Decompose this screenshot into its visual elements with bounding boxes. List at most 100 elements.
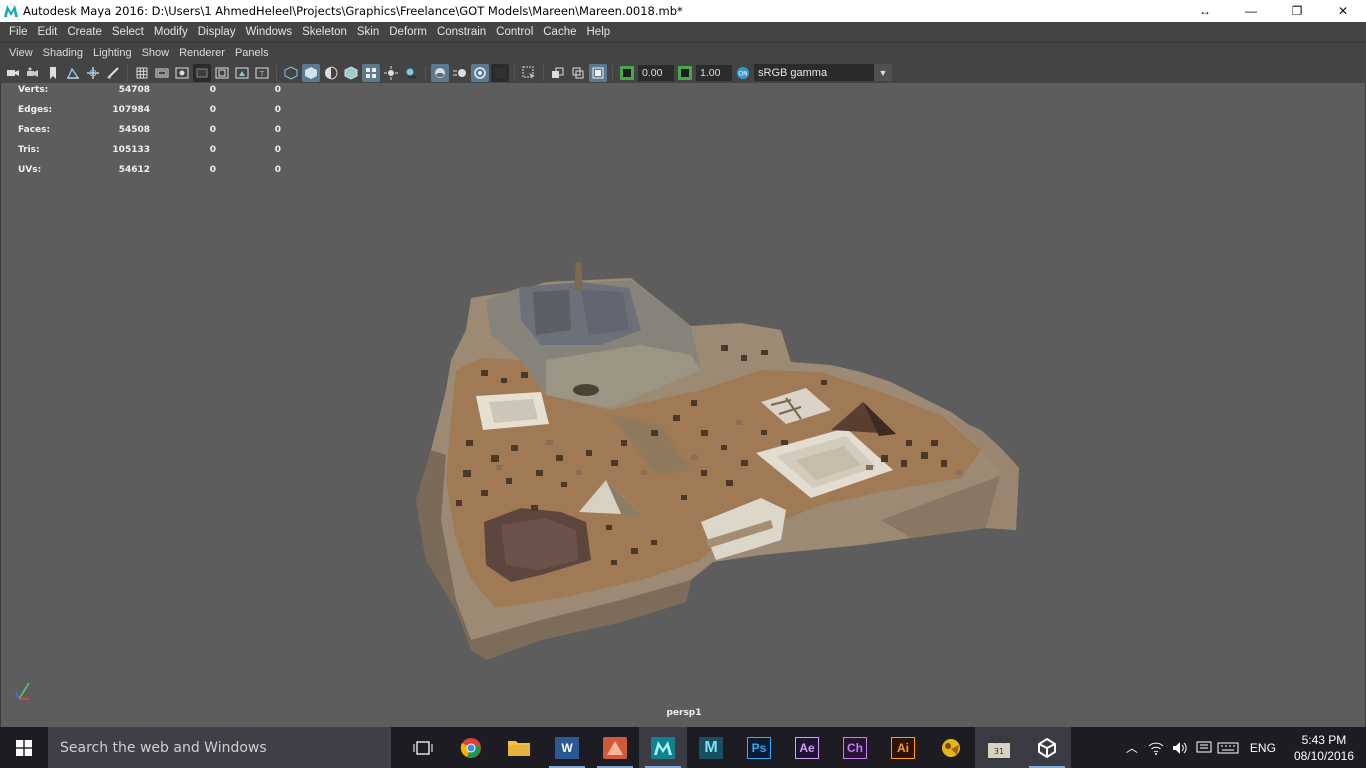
safe-title-icon[interactable]: T: [253, 64, 271, 82]
taskbar-app-photoshop[interactable]: Ps: [735, 727, 783, 768]
depth-of-field-icon[interactable]: [491, 63, 509, 82]
smooth-shade-icon[interactable]: [302, 63, 320, 82]
menu-modify[interactable]: Modify: [149, 22, 193, 43]
gate-mask-icon[interactable]: [193, 63, 211, 82]
wireframe-icon[interactable]: [282, 64, 300, 82]
svg-text:31: 31: [994, 747, 1004, 756]
xray-joints-icon[interactable]: [569, 64, 587, 82]
hud-value: 0: [209, 105, 216, 115]
maya-app-icon: [4, 5, 18, 17]
taskbar-app-mudbox[interactable]: [591, 727, 639, 768]
chevron-up-icon[interactable]: ︿: [1120, 739, 1144, 756]
camera-attributes-icon[interactable]: [4, 64, 22, 82]
taskbar-app-illustrator[interactable]: Ai: [879, 727, 927, 768]
restore-button[interactable]: ❐: [1274, 0, 1320, 22]
menu-select[interactable]: Select: [107, 22, 149, 43]
taskbar-app-character-animator[interactable]: Ch: [831, 727, 879, 768]
hud-value: 54508: [118, 125, 150, 135]
taskbar-app-video-editor[interactable]: 31: [975, 727, 1023, 768]
2d-pan-zoom-icon[interactable]: [84, 64, 102, 82]
film-gate-icon[interactable]: [153, 64, 171, 82]
exposure-field[interactable]: 0.00: [638, 64, 674, 81]
wireframe-on-shaded-icon[interactable]: [342, 64, 360, 82]
menu-constrain[interactable]: Constrain: [432, 22, 491, 43]
menu-create[interactable]: Create: [62, 22, 107, 43]
panel-menu-renderer[interactable]: Renderer: [174, 47, 230, 59]
shade-wireframe-icon[interactable]: [322, 64, 340, 82]
hud-value: 0: [209, 125, 216, 135]
gamma-field[interactable]: 1.00: [696, 64, 732, 81]
perspective-viewport[interactable]: Verts: 54708 0 0 Edges: 107984 0 0 Faces…: [0, 83, 1366, 727]
taskbar-clock[interactable]: 5:43 PM 08/10/2016: [1286, 732, 1366, 764]
taskbar-app-file-explorer[interactable]: [495, 727, 543, 768]
clock-date: 08/10/2016: [1293, 748, 1354, 763]
panel-menu-shading[interactable]: Shading: [38, 47, 88, 59]
panel-menu-view[interactable]: View: [4, 47, 38, 59]
main-menu-bar: File Edit Create Select Modify Display W…: [0, 22, 1366, 43]
antialiasing-icon[interactable]: [471, 63, 489, 82]
panel-menu-show[interactable]: Show: [137, 47, 175, 59]
taskbar-app-chrome[interactable]: [447, 727, 495, 768]
image-plane-icon[interactable]: [64, 64, 82, 82]
gamma-icon[interactable]: [676, 64, 694, 82]
color-space-dropdown[interactable]: sRGB gamma ▼: [754, 64, 892, 81]
task-view-button[interactable]: [399, 727, 447, 768]
menu-deform[interactable]: Deform: [384, 22, 432, 43]
taskbar-app-unity[interactable]: [1023, 727, 1071, 768]
taskbar-app-game[interactable]: [927, 727, 975, 768]
viewport-panel-header: View Shading Lighting Show Renderer Pane…: [0, 43, 1366, 83]
ambient-occlusion-icon[interactable]: [431, 63, 449, 82]
hud-label: Edges:: [18, 105, 53, 115]
resize-button[interactable]: ↔: [1182, 0, 1228, 22]
menu-edit[interactable]: Edit: [33, 22, 63, 43]
xray-icon[interactable]: [549, 64, 567, 82]
shadows-icon[interactable]: [402, 64, 420, 82]
taskbar-app-maya[interactable]: [639, 727, 687, 768]
taskbar-app-motionbuilder[interactable]: M: [687, 727, 735, 768]
menu-windows[interactable]: Windows: [240, 22, 297, 43]
hud-label: Tris:: [18, 145, 40, 155]
isolate-select-icon[interactable]: [520, 64, 538, 82]
menu-skeleton[interactable]: Skeleton: [297, 22, 352, 43]
menu-cache[interactable]: Cache: [538, 22, 581, 43]
textured-icon[interactable]: [362, 63, 380, 82]
window-title: Autodesk Maya 2016: D:\Users\1 AhmedHele…: [23, 4, 683, 18]
hud-value: 0: [209, 165, 216, 175]
keyboard-icon[interactable]: [1216, 742, 1240, 754]
grease-pencil-icon[interactable]: [104, 64, 122, 82]
grid-icon[interactable]: [133, 64, 151, 82]
bookmark-icon[interactable]: [44, 64, 62, 82]
taskbar-search-box[interactable]: Search the web and Windows: [48, 727, 391, 768]
volume-icon[interactable]: [1168, 741, 1192, 755]
illustrator-icon: Ai: [891, 736, 915, 759]
menu-help[interactable]: Help: [582, 22, 616, 43]
minimize-button[interactable]: —: [1228, 0, 1274, 22]
xray-components-icon[interactable]: [589, 63, 607, 82]
menu-file[interactable]: File: [4, 22, 33, 43]
maya-icon: [651, 736, 675, 759]
resolution-gate-icon[interactable]: [173, 64, 191, 82]
menu-control[interactable]: Control: [491, 22, 538, 43]
safe-action-icon[interactable]: [233, 64, 251, 82]
taskbar-app-after-effects[interactable]: Ae: [783, 727, 831, 768]
taskbar-app-word[interactable]: W: [543, 727, 591, 768]
wifi-icon[interactable]: [1144, 741, 1168, 755]
language-indicator[interactable]: ENG: [1240, 741, 1286, 755]
exposure-icon[interactable]: [618, 64, 636, 82]
camera-select-icon[interactable]: [24, 64, 42, 82]
menu-display[interactable]: Display: [193, 22, 241, 43]
start-button[interactable]: [0, 727, 48, 768]
color-management-icon[interactable]: ON: [734, 64, 752, 82]
notifications-icon[interactable]: [1192, 741, 1216, 755]
motion-blur-icon[interactable]: [451, 64, 469, 82]
mudbox-icon: [603, 736, 627, 759]
panel-menu-lighting[interactable]: Lighting: [88, 47, 137, 59]
panel-menu-panels[interactable]: Panels: [230, 47, 274, 59]
menu-skin[interactable]: Skin: [352, 22, 384, 43]
hud-value: 54612: [118, 165, 150, 175]
chevron-down-icon[interactable]: ▼: [874, 64, 892, 81]
field-chart-icon[interactable]: [213, 64, 231, 82]
lights-icon[interactable]: [382, 64, 400, 82]
close-button[interactable]: ✕: [1320, 0, 1366, 22]
hud-value: 105133: [112, 145, 150, 155]
